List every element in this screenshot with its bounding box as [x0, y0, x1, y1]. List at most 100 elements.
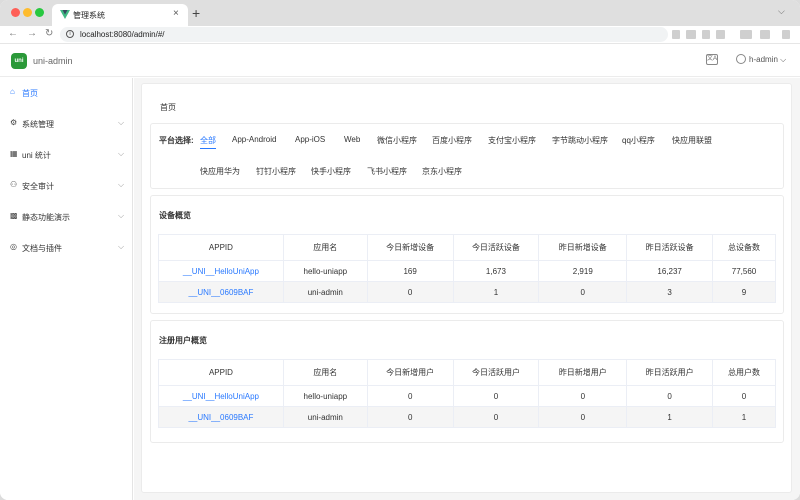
- column-header: 昨日新增设备: [538, 234, 628, 261]
- table-cell: 0: [366, 406, 454, 428]
- column-header: 今日活跃用户: [452, 359, 540, 386]
- extension-icon[interactable]: [702, 30, 710, 39]
- sidebar-item-system[interactable]: ⚙ 系统管理 ⌵: [0, 114, 133, 134]
- platform-label: 平台选择:: [159, 136, 194, 145]
- extension-icon[interactable]: [716, 30, 725, 39]
- platform-tab-all[interactable]: 全部: [200, 135, 216, 149]
- breadcrumb: 首页: [160, 103, 176, 112]
- chart-icon: ▦: [10, 149, 18, 158]
- section-title: 注册用户概览: [159, 336, 207, 345]
- table-cell: 3: [626, 281, 714, 303]
- platform-tab-qq[interactable]: qq小程序: [622, 135, 655, 146]
- platform-tab-kuaishou[interactable]: 快手小程序: [311, 166, 351, 177]
- sidebar-item-home[interactable]: ⌂ 首页: [0, 83, 133, 103]
- chevron-down-icon: ⌵: [118, 242, 125, 251]
- platform-tab-wechat[interactable]: 微信小程序: [377, 135, 417, 146]
- url-text[interactable]: localhost:8080/admin/#/: [80, 30, 165, 39]
- plugin-icon: ◎: [10, 242, 17, 251]
- sidebar-item-stats[interactable]: ▦ uni 统计 ⌵: [0, 145, 133, 165]
- table-cell: 2,919: [538, 260, 628, 282]
- section-title: 设备概览: [159, 211, 191, 220]
- platform-tab-quickapp-huawei[interactable]: 快应用华为: [200, 166, 240, 177]
- appid-link[interactable]: __UNI__HelloUniApp: [158, 260, 284, 282]
- platform-tab-bytedance[interactable]: 字节跳动小程序: [552, 135, 608, 146]
- platform-tab-app-ios[interactable]: App-iOS: [295, 135, 325, 144]
- user-avatar-icon[interactable]: [736, 54, 746, 64]
- column-header: 应用名: [282, 234, 368, 261]
- platform-tab-alipay[interactable]: 支付宝小程序: [488, 135, 536, 146]
- language-switch-icon[interactable]: 文A: [706, 54, 718, 65]
- column-header: APPID: [158, 359, 284, 386]
- sidebar-item-label: 安全审计: [22, 182, 54, 191]
- column-header: 总设备数: [712, 234, 776, 261]
- maximize-window-button[interactable]: [35, 8, 44, 17]
- column-header: 应用名: [282, 359, 368, 386]
- browser-window: 管理系统 × + ⌵ ← → ↻ i localhost:8080/admin/…: [0, 0, 800, 500]
- browser-menu-icon[interactable]: [782, 30, 790, 39]
- sidebar-item-label: 文档与插件: [22, 244, 62, 253]
- table-cell: 0: [452, 385, 540, 407]
- column-header: 今日新增设备: [366, 234, 454, 261]
- back-button[interactable]: ←: [8, 28, 18, 39]
- appid-link[interactable]: __UNI__HelloUniApp: [158, 385, 284, 407]
- table-cell: 0: [366, 385, 454, 407]
- address-bar: ← → ↻ i localhost:8080/admin/#/: [0, 26, 800, 44]
- device-table: APPID 应用名 今日新增设备 今日活跃设备 昨日新增设备 昨日活跃设备 总设…: [158, 234, 776, 303]
- extension-icon[interactable]: [760, 30, 770, 39]
- tab-list-chevron-icon[interactable]: ⌵: [778, 6, 785, 17]
- tab-title: 管理系统: [73, 11, 105, 20]
- table-cell: 0: [538, 406, 628, 428]
- table-cell: 16,237: [626, 260, 714, 282]
- platform-tab-app-android[interactable]: App-Android: [232, 135, 276, 144]
- tab-close-icon[interactable]: ×: [173, 8, 179, 19]
- sidebar-item-demo[interactable]: ▩ 静态功能演示 ⌵: [0, 207, 133, 227]
- reload-button[interactable]: ↻: [45, 28, 53, 39]
- forward-button[interactable]: →: [27, 28, 37, 39]
- new-tab-button[interactable]: +: [192, 5, 200, 21]
- table-cell: 0: [712, 385, 776, 407]
- platform-tab-dingtalk[interactable]: 钉钉小程序: [256, 166, 296, 177]
- user-table: APPID 应用名 今日新增用户 今日活跃用户 昨日新增用户 昨日活跃用户 总用…: [158, 359, 776, 428]
- extension-icon[interactable]: [686, 30, 696, 39]
- table-cell: 77,560: [712, 260, 776, 282]
- vue-logo-icon: [60, 10, 70, 19]
- table-cell: 0: [538, 385, 628, 407]
- column-header: APPID: [158, 234, 284, 261]
- table-cell: 9: [712, 281, 776, 303]
- browser-tab[interactable]: 管理系统 ×: [52, 4, 188, 26]
- grid-icon: ▩: [10, 211, 18, 220]
- table-row: __UNI__0609BAF uni-admin 0 0 0 1 1: [158, 406, 776, 428]
- site-info-icon[interactable]: i: [66, 30, 74, 38]
- sidebar-item-security[interactable]: ⚇ 安全审计 ⌵: [0, 176, 133, 196]
- table-cell: 169: [366, 260, 454, 282]
- platform-tab-quickapp[interactable]: 快应用联盟: [672, 135, 712, 146]
- title-bar: 管理系统 × + ⌵: [0, 0, 800, 26]
- app-logo[interactable]: uni: [11, 53, 27, 69]
- chevron-down-icon: ⌵: [118, 118, 125, 127]
- column-header: 今日新增用户: [366, 359, 454, 386]
- table-cell: 1: [712, 406, 776, 428]
- table-cell: uni-admin: [282, 281, 368, 303]
- sidebar-item-label: 静态功能演示: [22, 213, 70, 222]
- extension-icon[interactable]: [740, 30, 752, 39]
- close-window-button[interactable]: [11, 8, 20, 17]
- sidebar: ⌂ 首页 ⚙ 系统管理 ⌵ ▦ uni 统计 ⌵ ⚇ 安全审计 ⌵ ▩ 静态功能…: [0, 78, 133, 500]
- table-row: __UNI__0609BAF uni-admin 0 1 0 3 9: [158, 281, 776, 303]
- person-icon: ⚇: [10, 180, 18, 189]
- column-header: 总用户数: [712, 359, 776, 386]
- appid-link[interactable]: __UNI__0609BAF: [158, 281, 284, 303]
- extension-icon[interactable]: [672, 30, 680, 39]
- minimize-window-button[interactable]: [23, 8, 32, 17]
- table-cell: 0: [366, 281, 454, 303]
- app-name[interactable]: uni-admin: [33, 56, 73, 66]
- platform-tab-web[interactable]: Web: [344, 135, 360, 144]
- platform-tab-feishu[interactable]: 飞书小程序: [367, 166, 407, 177]
- sidebar-item-docs[interactable]: ◎ 文档与插件 ⌵: [0, 238, 133, 258]
- platform-tab-jd[interactable]: 京东小程序: [422, 166, 462, 177]
- appid-link[interactable]: __UNI__0609BAF: [158, 406, 284, 428]
- platform-selector: [150, 123, 784, 189]
- user-menu[interactable]: h-admin ⌵: [749, 55, 786, 65]
- sidebar-item-label: 首页: [22, 89, 38, 98]
- table-header-row: APPID 应用名 今日新增设备 今日活跃设备 昨日新增设备 昨日活跃设备 总设…: [158, 234, 776, 261]
- platform-tab-baidu[interactable]: 百度小程序: [432, 135, 472, 146]
